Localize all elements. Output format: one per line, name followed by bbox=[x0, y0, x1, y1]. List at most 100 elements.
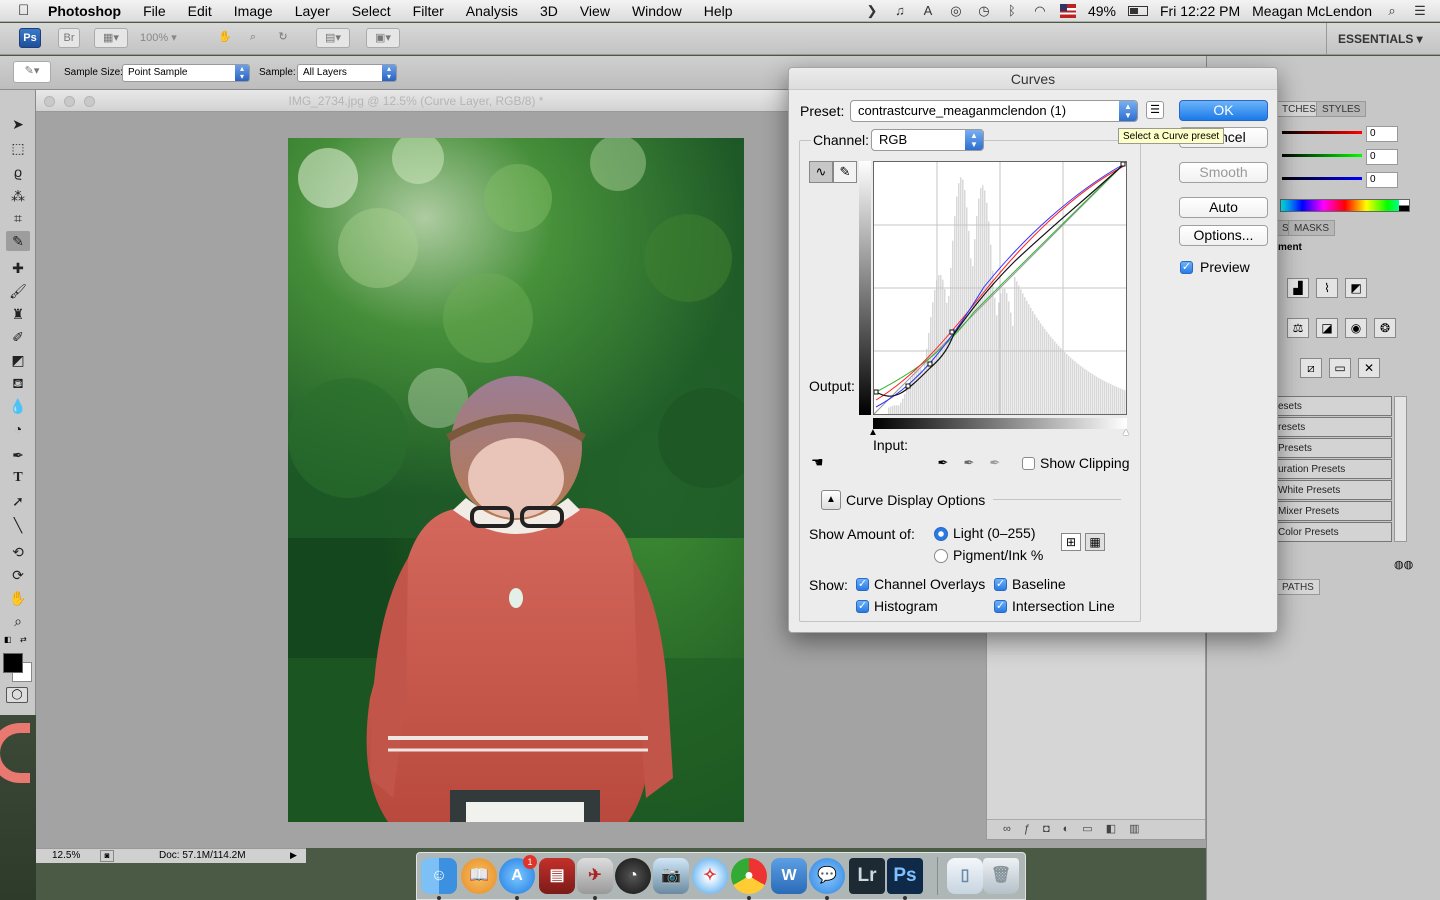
new-layer-icon[interactable]: ◧ bbox=[1106, 823, 1129, 835]
blue-slider[interactable] bbox=[1282, 177, 1362, 180]
view-extras-icon[interactable]: ▦▾ bbox=[94, 28, 128, 48]
curve-point-mode-icon[interactable]: ∿ bbox=[809, 161, 833, 183]
hand-tool-icon[interactable]: ✋ bbox=[6, 588, 30, 608]
chevron-right-icon[interactable]: ❯ bbox=[864, 4, 880, 18]
channel-overlays-checkbox[interactable]: ✓ bbox=[856, 578, 869, 591]
auto-button[interactable]: Auto bbox=[1179, 197, 1268, 218]
path-selection-tool-icon[interactable]: ➚ bbox=[6, 491, 30, 511]
brush-tool-icon[interactable]: 🖌 bbox=[6, 281, 30, 301]
curve-point[interactable] bbox=[905, 383, 911, 389]
disclosure-triangle-icon[interactable]: ▲ bbox=[821, 490, 841, 510]
arrange-documents-icon[interactable]: ▤▾ bbox=[316, 28, 350, 48]
pigment-radio[interactable] bbox=[934, 549, 948, 563]
marquee-tool-icon[interactable]: ⬚ bbox=[6, 138, 30, 158]
eyedropper-preset-icon[interactable]: ✎▾ bbox=[13, 61, 51, 83]
dodge-tool-icon[interactable]: ◔ bbox=[6, 419, 30, 439]
finder-icon[interactable]: ☺ bbox=[421, 858, 457, 894]
magic-wand-tool-icon[interactable]: ⁂ bbox=[6, 186, 30, 206]
spotlight-search-icon[interactable]: ⌕ bbox=[1384, 4, 1400, 18]
clone-stamp-tool-icon[interactable]: ♜ bbox=[6, 304, 30, 324]
black-eyedropper-icon[interactable]: ✒ bbox=[934, 454, 952, 472]
options-button[interactable]: Options... bbox=[1179, 225, 1268, 246]
red-slider[interactable] bbox=[1282, 131, 1362, 134]
script-editor-icon[interactable]: ✈ bbox=[577, 858, 613, 894]
document-tab[interactable]: IMG_2734.jpg @ 12.5% (Curve Layer, RGB/8… bbox=[36, 90, 796, 112]
chrome-icon[interactable]: ● bbox=[731, 858, 767, 894]
ibooks-icon[interactable]: 📖 bbox=[461, 858, 497, 894]
preset-options-icon[interactable]: ☰ bbox=[1146, 101, 1164, 119]
wifi-icon[interactable]: ◠ bbox=[1032, 4, 1048, 18]
line-tool-icon[interactable]: ╲ bbox=[6, 515, 30, 535]
menu-layer[interactable]: Layer bbox=[284, 3, 341, 19]
adobe-icon[interactable]: A bbox=[920, 4, 936, 18]
photo-booth-icon[interactable]: ▤ bbox=[539, 858, 575, 894]
curve-point[interactable] bbox=[1120, 161, 1126, 167]
tab-styles[interactable]: STYLES bbox=[1316, 101, 1367, 117]
white-point-slider-icon[interactable]: ▲ bbox=[1121, 427, 1131, 438]
flag-icon[interactable] bbox=[1059, 4, 1076, 18]
time-machine-icon[interactable]: ◷ bbox=[976, 4, 992, 18]
menu-file[interactable]: File bbox=[132, 3, 177, 19]
preset-row[interactable]: Color Presets bbox=[1276, 522, 1392, 542]
zoom-percent[interactable]: 12.5% bbox=[52, 850, 80, 861]
safari-icon[interactable]: ✧ bbox=[692, 858, 728, 894]
new-group-icon[interactable]: ▭ bbox=[1082, 823, 1105, 835]
paint-bucket-tool-icon[interactable]: ⛾ bbox=[6, 373, 30, 393]
curve-point[interactable] bbox=[927, 361, 933, 367]
swap-colors-icon[interactable]: ⇄ bbox=[20, 635, 30, 645]
gradient-map-icon[interactable]: ▭ bbox=[1329, 358, 1351, 378]
exposure-icon[interactable]: ◩ bbox=[1345, 278, 1367, 298]
preview-checkbox[interactable]: ✓ bbox=[1180, 261, 1193, 274]
documents-folder-icon[interactable]: ▯ bbox=[947, 858, 983, 894]
user-name[interactable]: Meagan McLendon bbox=[1252, 3, 1372, 19]
preset-row[interactable]: Mixer Presets bbox=[1276, 501, 1392, 521]
creative-cloud-icon[interactable]: ◎ bbox=[948, 4, 964, 18]
clock[interactable]: Fri 12:22 PM bbox=[1160, 3, 1240, 19]
sample-size-select[interactable]: Point Sample ▴ ▾ bbox=[122, 64, 250, 82]
dashboard-icon[interactable]: ◔ bbox=[615, 858, 651, 894]
minimize-document-icon[interactable] bbox=[64, 96, 75, 107]
tab-paths[interactable]: PATHS bbox=[1276, 579, 1320, 595]
status-arrow-icon[interactable]: ▶ bbox=[290, 850, 297, 861]
menu-edit[interactable]: Edit bbox=[177, 3, 223, 19]
curve-point[interactable] bbox=[949, 329, 955, 335]
green-value-input[interactable]: 0 bbox=[1366, 149, 1398, 165]
smooth-button[interactable]: Smooth bbox=[1179, 162, 1268, 183]
presets-scrollbar[interactable] bbox=[1394, 396, 1407, 542]
preset-row[interactable]: Presets bbox=[1276, 438, 1392, 458]
workspace-switcher[interactable]: ESSENTIALS ▾ bbox=[1338, 32, 1423, 46]
color-ramp[interactable] bbox=[1280, 199, 1410, 212]
curve-point[interactable] bbox=[873, 389, 879, 395]
levels-icon[interactable]: ▟ bbox=[1287, 278, 1309, 298]
light-radio[interactable] bbox=[934, 527, 948, 541]
hand-tool-icon[interactable]: ✋ bbox=[214, 28, 236, 48]
link-layers-icon[interactable]: ∞ bbox=[1003, 823, 1024, 835]
notification-bell-icon[interactable]: ♫ bbox=[892, 4, 908, 18]
status-menu-icon[interactable]: ◙ bbox=[100, 850, 114, 862]
eraser-tool-icon[interactable]: ◩ bbox=[6, 350, 30, 370]
show-clipping-checkbox[interactable] bbox=[1022, 457, 1035, 470]
intersection-line-checkbox[interactable]: ✓ bbox=[994, 600, 1007, 613]
channel-select[interactable]: RGB ▲ ▼ bbox=[871, 129, 984, 151]
history-brush-tool-icon[interactable]: ✐ bbox=[6, 327, 30, 347]
tab-masks[interactable]: MASKS bbox=[1288, 220, 1336, 236]
add-mask-icon[interactable]: ◘ bbox=[1043, 823, 1063, 835]
move-tool-icon[interactable]: ➤ bbox=[6, 114, 30, 134]
battery-icon[interactable] bbox=[1127, 6, 1148, 16]
white-eyedropper-icon[interactable]: ✒ bbox=[986, 454, 1004, 472]
photo-filter-icon[interactable]: ◉ bbox=[1345, 318, 1367, 338]
apple-icon[interactable]:  bbox=[18, 2, 34, 19]
selective-color-icon[interactable]: ✕ bbox=[1358, 358, 1380, 378]
menu-filter[interactable]: Filter bbox=[402, 3, 455, 19]
blue-value-input[interactable]: 0 bbox=[1366, 172, 1398, 188]
rotate-view-icon[interactable]: ↻ bbox=[272, 28, 294, 48]
color-balance-icon[interactable]: ⚖ bbox=[1287, 318, 1309, 338]
3d-orbit-tool-icon[interactable]: ⟳ bbox=[6, 565, 30, 585]
3d-rotate-tool-icon[interactable]: ⟲ bbox=[6, 542, 30, 562]
curves-icon[interactable]: ⌇ bbox=[1316, 278, 1338, 298]
detailed-grid-icon[interactable]: ▦ bbox=[1085, 533, 1105, 551]
ok-button[interactable]: OK bbox=[1179, 100, 1268, 121]
preset-row[interactable]: White Presets bbox=[1276, 480, 1392, 500]
default-colors-icon[interactable]: ◧ bbox=[4, 635, 14, 645]
notification-center-icon[interactable]: ☰ bbox=[1412, 4, 1428, 18]
